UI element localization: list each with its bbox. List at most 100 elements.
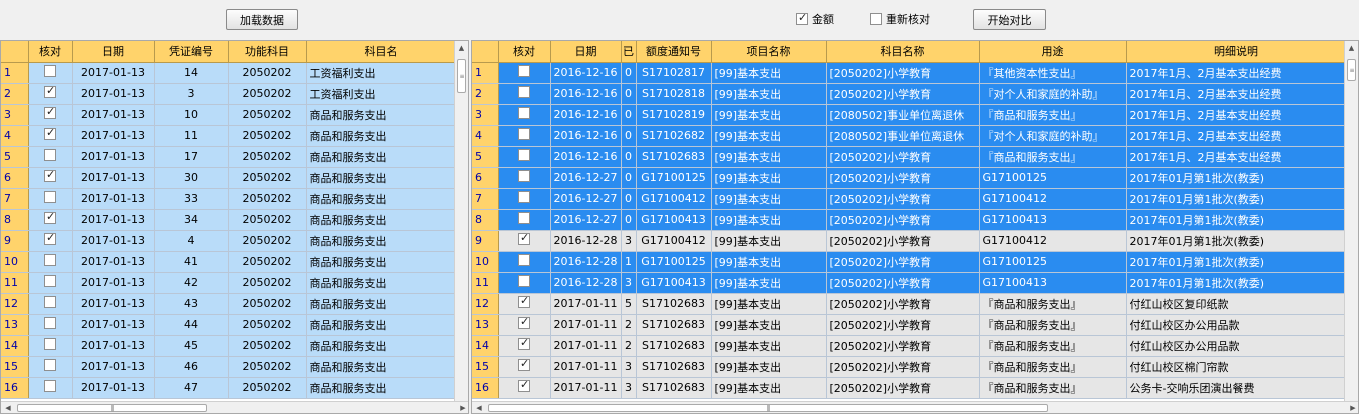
row-checkbox[interactable] <box>44 296 56 308</box>
scroll-right-icon[interactable]: ▶ <box>1346 402 1358 413</box>
right-vscroll-thumb[interactable]: ≡ <box>1347 59 1356 81</box>
check-cell[interactable] <box>28 125 73 147</box>
row-number[interactable]: 11 <box>1 272 29 294</box>
row-number[interactable]: 15 <box>1 356 29 378</box>
table-row[interactable]: 10 2016-12-28 1 G17100125 [99]基本支出 [2050202]小… <box>472 251 1347 273</box>
table-row[interactable]: 2 2017-01-1332050202工资福利支出 <box>1 83 457 105</box>
table-row[interactable]: 8 2017-01-13342050202商品和服务支出 <box>1 209 457 231</box>
check-cell[interactable] <box>498 272 551 294</box>
row-checkbox[interactable] <box>518 128 530 140</box>
left-col-header[interactable]: 凭证编号 <box>154 41 229 63</box>
row-number[interactable]: 14 <box>472 335 499 357</box>
row-number[interactable]: 13 <box>472 314 499 336</box>
row-number[interactable]: 6 <box>472 167 499 189</box>
row-number[interactable]: 9 <box>1 230 29 252</box>
row-checkbox[interactable] <box>44 317 56 329</box>
row-number[interactable]: 8 <box>472 209 499 231</box>
row-number[interactable]: 14 <box>1 335 29 357</box>
check-cell[interactable] <box>28 230 73 252</box>
table-row[interactable]: 11 2016-12-28 3 G17100413 [99]基本支出 [2050202]小… <box>472 272 1347 294</box>
row-checkbox[interactable] <box>44 84 56 98</box>
check-cell[interactable] <box>498 146 551 168</box>
row-number[interactable]: 8 <box>1 209 29 231</box>
row-checkbox[interactable] <box>518 191 530 203</box>
amount-checkbox-box[interactable] <box>796 11 808 25</box>
scroll-right-icon[interactable]: ▶ <box>456 402 468 413</box>
row-number[interactable]: 7 <box>1 188 29 210</box>
row-number[interactable]: 16 <box>1 377 29 399</box>
check-cell[interactable] <box>28 62 73 84</box>
row-number[interactable]: 2 <box>1 83 29 105</box>
table-row[interactable]: 1 2016-12-16 0 S17102817 [99]基本支出 [2050202]小学… <box>472 62 1347 84</box>
left-horizontal-scrollbar[interactable]: ◀ ||| ▶ <box>1 401 468 413</box>
row-number[interactable]: 9 <box>472 230 499 252</box>
recheck-checkbox[interactable]: 重新核对 <box>870 11 930 27</box>
row-number[interactable]: 13 <box>1 314 29 336</box>
check-cell[interactable] <box>498 293 551 315</box>
row-checkbox[interactable] <box>44 231 56 245</box>
table-row[interactable]: 16 2017-01-13 47 2050202 商品和服务支出 <box>1 377 457 399</box>
check-cell[interactable] <box>498 188 551 210</box>
table-row[interactable]: 12 2017-01-115S17102683[99]基本支出[2050202]小… <box>472 293 1347 315</box>
check-cell[interactable] <box>28 335 73 357</box>
row-checkbox[interactable] <box>44 191 56 203</box>
amount-checkbox[interactable]: 金额 <box>796 11 834 27</box>
recheck-checkbox-box[interactable] <box>870 13 882 25</box>
table-row[interactable]: 7 2017-01-13 33 2050202 商品和服务支出 <box>1 188 457 210</box>
row-number[interactable]: 12 <box>472 293 499 315</box>
row-checkbox[interactable] <box>518 378 530 392</box>
table-row[interactable]: 9 2017-01-1342050202商品和服务支出 <box>1 230 457 252</box>
left-col-header[interactable]: 日期 <box>72 41 155 63</box>
table-row[interactable]: 6 2017-01-13302050202商品和服务支出 <box>1 167 457 189</box>
check-cell[interactable] <box>498 251 551 273</box>
row-checkbox[interactable] <box>44 338 56 350</box>
row-checkbox[interactable] <box>44 65 56 77</box>
left-col-header[interactable]: 科目名 <box>306 41 457 63</box>
row-number[interactable]: 11 <box>472 272 499 294</box>
row-number[interactable]: 7 <box>472 188 499 210</box>
row-checkbox[interactable] <box>44 254 56 266</box>
row-number[interactable]: 1 <box>472 62 499 84</box>
check-cell[interactable] <box>498 335 551 357</box>
row-checkbox[interactable] <box>518 212 530 224</box>
row-checkbox[interactable] <box>44 105 56 119</box>
right-col-header[interactable]: 核对 <box>498 41 551 63</box>
table-row[interactable]: 13 2017-01-112S17102683[99]基本支出[2050202]小… <box>472 314 1347 336</box>
check-cell[interactable] <box>498 356 551 378</box>
left-col-header[interactable]: 核对 <box>28 41 73 63</box>
table-row[interactable]: 8 2016-12-27 0 G17100413 [99]基本支出 [2050202]小学… <box>472 209 1347 231</box>
row-number[interactable]: 15 <box>472 356 499 378</box>
row-number[interactable]: 3 <box>1 104 29 126</box>
check-cell[interactable] <box>498 83 551 105</box>
check-cell[interactable] <box>28 293 73 315</box>
row-checkbox[interactable] <box>44 210 56 224</box>
check-cell[interactable] <box>498 377 551 399</box>
table-row[interactable]: 16 2017-01-113S17102683[99]基本支出[2050202]小… <box>472 377 1347 399</box>
row-checkbox[interactable] <box>44 380 56 392</box>
table-row[interactable]: 12 2017-01-13 43 2050202 商品和服务支出 <box>1 293 457 315</box>
check-cell[interactable] <box>498 230 551 252</box>
table-row[interactable]: 11 2017-01-13 42 2050202 商品和服务支出 <box>1 272 457 294</box>
table-row[interactable]: 5 2017-01-13 17 2050202 商品和服务支出 <box>1 146 457 168</box>
right-vertical-scrollbar[interactable]: ▲ ≡ <box>1344 41 1358 401</box>
row-checkbox[interactable] <box>518 107 530 119</box>
left-vscroll-thumb[interactable]: ≡ <box>457 59 466 93</box>
check-cell[interactable] <box>498 62 551 84</box>
row-checkbox[interactable] <box>44 149 56 161</box>
right-col-header[interactable]: 明细说明 <box>1126 41 1347 63</box>
scroll-up-icon[interactable]: ▲ <box>1345 41 1358 55</box>
row-checkbox[interactable] <box>518 149 530 161</box>
check-cell[interactable] <box>28 209 73 231</box>
row-number[interactable]: 10 <box>1 251 29 273</box>
table-row[interactable]: 15 2017-01-13 46 2050202 商品和服务支出 <box>1 356 457 378</box>
table-row[interactable]: 1 2017-01-13 14 2050202 工资福利支出 <box>1 62 457 84</box>
check-cell[interactable] <box>28 83 73 105</box>
table-row[interactable]: 4 2016-12-16 0 S17102682 [99]基本支出 [2080502]事业… <box>472 125 1347 147</box>
table-row[interactable]: 4 2017-01-13112050202商品和服务支出 <box>1 125 457 147</box>
right-col-header[interactable]: 日期 <box>550 41 622 63</box>
right-col-header[interactable]: 科目名称 <box>826 41 980 63</box>
table-row[interactable]: 2 2016-12-16 0 S17102818 [99]基本支出 [2050202]小学… <box>472 83 1347 105</box>
table-row[interactable]: 14 2017-01-13 45 2050202 商品和服务支出 <box>1 335 457 357</box>
row-number[interactable]: 5 <box>1 146 29 168</box>
row-checkbox[interactable] <box>518 65 530 77</box>
